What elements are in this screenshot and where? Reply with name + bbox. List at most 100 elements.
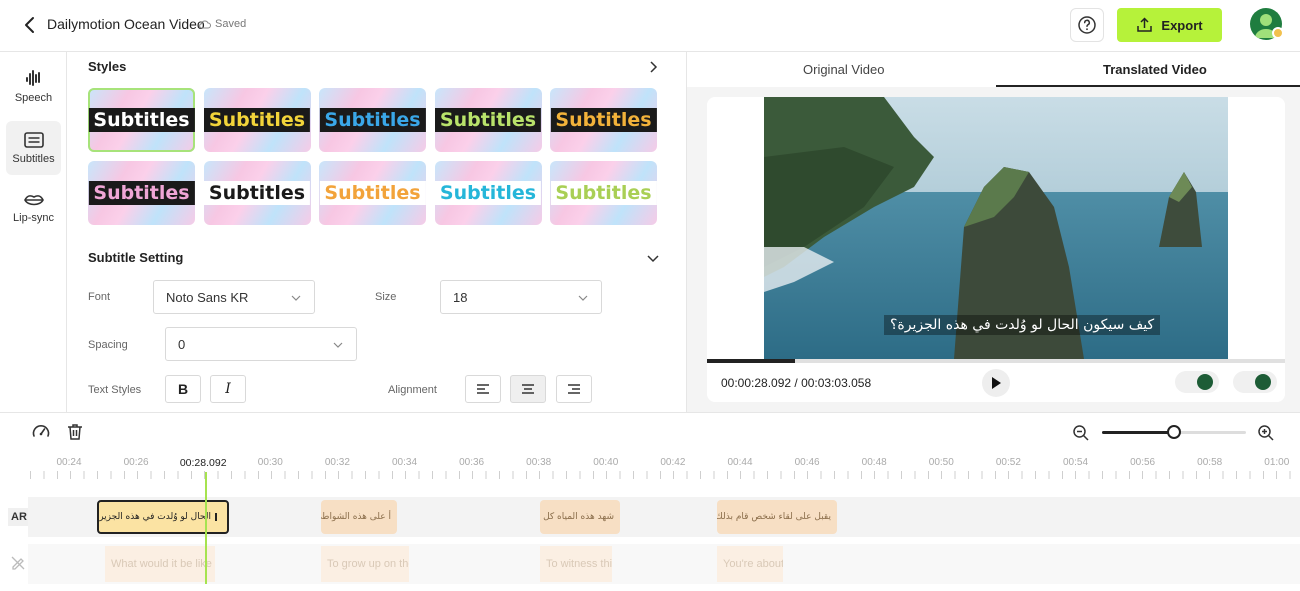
project-title[interactable]: Dailymotion Ocean Video <box>47 16 205 32</box>
zoom-slider[interactable] <box>1102 425 1246 439</box>
font-label: Font <box>88 291 111 303</box>
style-card[interactable]: Subtitles <box>434 88 542 152</box>
bold-glyph: B <box>177 381 189 397</box>
tab-translated-video[interactable]: Translated Video <box>1103 62 1207 77</box>
play-button[interactable] <box>982 369 1010 397</box>
clip-text: شهد هذه المياه كل يوم <box>540 512 614 522</box>
style-card[interactable]: Subtitles <box>203 88 311 152</box>
upload-icon <box>1137 17 1153 32</box>
zoom-out-icon[interactable] <box>1071 423 1091 443</box>
align-center-icon <box>522 384 534 394</box>
align-right-button[interactable] <box>556 375 592 403</box>
style-card-label: Subtitles <box>550 181 657 205</box>
ruler-tick-label: 00:34 <box>391 457 418 468</box>
subtitle-clip[interactable]: الحال لو وُلدت في هذه الجزيرة؟ <box>97 500 229 534</box>
style-card[interactable]: Subtitles <box>203 161 311 225</box>
help-button[interactable] <box>1070 8 1104 42</box>
subtitle-clip[interactable]: يقبل على لقاء شخص قام بذلك <box>717 500 837 534</box>
chevron-down-icon[interactable] <box>646 251 660 265</box>
style-card[interactable]: Subtitles <box>319 161 426 225</box>
ruler-tick-label: 00:28.092 <box>179 457 227 469</box>
subtitles-icon <box>23 131 44 148</box>
translation-toggle[interactable] <box>1175 371 1219 393</box>
rail-item-speech[interactable]: Speech <box>6 59 61 113</box>
video-frame[interactable]: كيف سيكون الحال لو وُلدت في هذه الجزيرة؟ <box>764 97 1228 359</box>
original-clip[interactable]: To grow up on the <box>321 546 409 582</box>
align-left-button[interactable] <box>465 375 501 403</box>
zoom-slider-handle[interactable] <box>1167 425 1181 439</box>
style-card[interactable]: Subtitles <box>88 88 195 152</box>
globe-icon <box>1197 374 1213 390</box>
playhead[interactable] <box>205 472 207 584</box>
tab-original-video[interactable]: Original Video <box>803 62 884 77</box>
trash-icon[interactable] <box>65 422 85 442</box>
timecode: 00:00:28.092 / 00:03:03.058 <box>721 376 872 390</box>
zoom-fill <box>1102 431 1174 434</box>
ruler-tick-label: 01:00 <box>1264 457 1290 468</box>
style-card-label: Subtitles <box>550 108 657 132</box>
style-card-label: Subtitles <box>88 181 195 205</box>
spacing-label: Spacing <box>88 339 128 351</box>
subtitle-setting-title: Subtitle Setting <box>88 250 184 265</box>
styles-title: Styles <box>88 59 127 74</box>
subtitle-toggle[interactable] <box>1233 371 1277 393</box>
waveform-icon <box>25 69 40 86</box>
speed-gauge-icon[interactable] <box>31 422 51 442</box>
back-arrow-icon[interactable] <box>20 15 40 35</box>
clip-resize-handle[interactable] <box>215 513 217 521</box>
original-clip[interactable]: What would it be like <box>105 546 215 582</box>
play-icon <box>992 377 1001 389</box>
preview-panel: Original Video Translated Video كيف سيكو… <box>686 52 1300 412</box>
ruler-tick-label: 00:24 <box>56 457 82 468</box>
align-center-button[interactable] <box>510 375 546 403</box>
chevron-right-icon[interactable] <box>646 60 660 74</box>
ruler-tick-label: 00:40 <box>593 457 619 468</box>
font-value: Noto Sans KR <box>166 289 249 305</box>
clip-text: You're about <box>723 558 783 570</box>
ruler-tick-label: 00:48 <box>861 457 887 468</box>
bold-button[interactable]: B <box>165 375 201 403</box>
style-card-label: Subtitles <box>434 108 542 132</box>
timeline-ruler[interactable]: 00:24 00:26 00:28.092 00:30 00:32 00:34 00:36 0… <box>0 450 1300 480</box>
subtitle-clip[interactable]: شهد هذه المياه كل يوم <box>540 500 620 534</box>
zoom-in-icon[interactable] <box>1256 423 1276 443</box>
playback-progress[interactable] <box>707 359 1285 363</box>
text-styles-label: Text Styles <box>88 384 142 396</box>
track-language-label: AR <box>8 508 30 526</box>
style-card[interactable]: Subtitles <box>319 88 426 152</box>
original-clip[interactable]: To witness thi <box>540 546 612 582</box>
spacing-select[interactable]: 0 <box>165 327 357 361</box>
preview-tabs: Original Video Translated Video <box>687 52 1300 87</box>
rail-label-speech: Speech <box>14 91 53 104</box>
export-button[interactable]: Export <box>1117 8 1222 42</box>
edit-off-icon <box>11 556 25 570</box>
clip-text: What would it be like <box>111 558 212 570</box>
saved-status: Saved <box>198 18 246 30</box>
font-select[interactable]: Noto Sans KR <box>153 280 315 314</box>
crown-badge <box>1272 27 1284 39</box>
rail-item-subtitles[interactable]: Subtitles <box>6 121 61 175</box>
timeline-toolbar <box>0 412 1300 450</box>
ruler-tick-label: 00:56 <box>1130 457 1156 468</box>
italic-button[interactable]: I <box>210 375 246 403</box>
progress-fill <box>707 359 796 363</box>
style-card[interactable]: Subtitles <box>88 161 195 225</box>
size-select[interactable]: 18 <box>440 280 602 314</box>
ruler-tick-label: 00:52 <box>995 457 1021 468</box>
ruler-tick-label: 00:38 <box>526 457 552 468</box>
original-clip[interactable]: You're about <box>717 546 783 582</box>
active-tab-indicator <box>996 85 1300 87</box>
lips-icon <box>23 194 44 205</box>
ruler-tick-label: 00:58 <box>1197 457 1223 468</box>
style-card[interactable]: Subtitles <box>434 161 542 225</box>
ruler-tick-label: 00:46 <box>794 457 820 468</box>
style-card[interactable]: Subtitles <box>550 161 657 225</box>
subtitle-clip[interactable]: أ على هذه الشواطئ؛ <box>321 500 397 534</box>
rail-item-lip-sync[interactable]: Lip-sync <box>6 181 61 235</box>
style-card[interactable]: Subtitles <box>550 88 657 152</box>
top-bar: Dailymotion Ocean Video Saved Export <box>0 0 1300 52</box>
ruler-tick-label: 00:44 <box>727 457 753 468</box>
left-rail: Speech Subtitles Lip-sync <box>0 52 67 412</box>
clip-text: أ على هذه الشواطئ؛ <box>321 512 391 522</box>
subtitle-editor: Styles Subtitles Subtitles Subtitles Subtit… <box>68 52 685 412</box>
